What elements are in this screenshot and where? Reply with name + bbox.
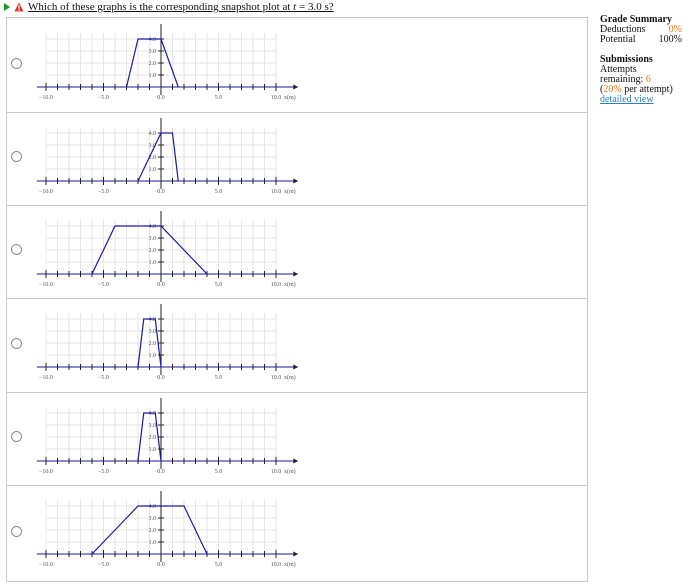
play-icon[interactable]	[4, 3, 10, 11]
snapshot-graph-6: −10.0 −5.0 0.0 5.0 10.0 x(m) 1.0 2.0 3.0 4.0	[33, 481, 313, 582]
x-tick-label: 0.0	[157, 282, 165, 288]
x-tick-label: −10.0	[39, 95, 53, 101]
y-tick-label: 3.0	[149, 236, 157, 242]
x-axis-unit: x(m)	[284, 561, 296, 568]
answer-option-3: −10.0 −5.0 0.0 5.0 10.0 x(m) 1.0 2.0 3.0 4.0	[7, 201, 587, 302]
x-tick-label: −5.0	[98, 469, 109, 475]
x-tick-label: 10.0	[271, 375, 282, 381]
potential-row: Potential 100%	[600, 35, 682, 45]
attempts-row: Attempts remaining: 6	[600, 65, 682, 85]
answer-option-1: −10.0 −5.0 0.0 5.0 10.0 x(m) 1.0 2.0 3.0 4.0	[7, 14, 587, 115]
x-tick-label: 5.0	[215, 282, 223, 288]
x-tick-label: 10.0	[271, 469, 282, 475]
x-tick-label: 5.0	[215, 469, 223, 475]
x-tick-label: 5.0	[215, 375, 223, 381]
x-tick-label: 5.0	[215, 95, 223, 101]
x-tick-label: 10.0	[271, 95, 282, 101]
detailed-view-link[interactable]: detailed view	[600, 95, 682, 105]
snapshot-graph-5: −10.0 −5.0 0.0 5.0 10.0 x(m) 1.0 2.0 3.0 4.0	[33, 388, 313, 489]
question-line: Which of these graphs is the correspondi…	[4, 1, 334, 13]
x-tick-label: 0.0	[157, 469, 165, 475]
x-tick-label: −5.0	[98, 282, 109, 288]
y-tick-label: 3.0	[149, 49, 157, 55]
x-axis-unit: x(m)	[284, 94, 296, 101]
snapshot-graph-2: −10.0 −5.0 0.0 5.0 10.0 x(m) 1.0 2.0 3.0 4.0	[33, 108, 313, 209]
snapshot-graph-4: −10.0 −5.0 0.0 5.0 10.0 x(m) 1.0 2.0 3.0 4.0	[33, 294, 313, 395]
potential-label: Potential	[600, 34, 636, 45]
x-axis-arrow	[293, 364, 299, 370]
y-tick-label: 3.0	[149, 516, 157, 522]
snapshot-graph-1: −10.0 −5.0 0.0 5.0 10.0 x(m) 1.0 2.0 3.0 4.0	[33, 14, 313, 115]
x-axis-unit: x(m)	[284, 281, 296, 288]
question-text: Which of these graphs is the correspondi…	[28, 1, 334, 13]
x-axis-unit: x(m)	[284, 188, 296, 195]
x-tick-label: 10.0	[271, 189, 282, 195]
x-tick-label: −10.0	[39, 469, 53, 475]
x-tick-label: 10.0	[271, 562, 282, 568]
x-axis-arrow	[293, 178, 299, 184]
x-tick-label: −5.0	[98, 189, 109, 195]
y-tick-label: 4.0	[149, 131, 157, 137]
x-tick-label: 0.0	[157, 189, 165, 195]
x-tick-label: −10.0	[39, 562, 53, 568]
x-tick-label: 10.0	[271, 282, 282, 288]
x-tick-label: −10.0	[39, 189, 53, 195]
grade-sidebar: Grade Summary Deductions 0% Potential 10…	[600, 15, 682, 105]
y-tick-label: 4.0	[149, 37, 157, 43]
answer-option-4: −10.0 −5.0 0.0 5.0 10.0 x(m) 1.0 2.0 3.0 4.0	[7, 294, 587, 395]
radio-button-1[interactable]	[11, 58, 22, 69]
y-tick-label: 1.0	[149, 353, 157, 359]
y-tick-label: 2.0	[149, 248, 157, 254]
answer-option-5: −10.0 −5.0 0.0 5.0 10.0 x(m) 1.0 2.0 3.0 4.0	[7, 388, 587, 489]
x-tick-label: −10.0	[39, 375, 53, 381]
x-tick-label: −5.0	[98, 562, 109, 568]
y-tick-label: 2.0	[149, 435, 157, 441]
warning-icon	[14, 2, 24, 12]
x-tick-label: 0.0	[157, 375, 165, 381]
y-tick-label: 4.0	[149, 504, 157, 510]
x-axis-arrow	[293, 551, 299, 557]
y-tick-label: 1.0	[149, 447, 157, 453]
y-tick-label: 2.0	[149, 61, 157, 67]
x-tick-label: 5.0	[215, 189, 223, 195]
x-tick-label: −5.0	[98, 95, 109, 101]
y-tick-label: 2.0	[149, 528, 157, 534]
y-tick-label: 3.0	[149, 423, 157, 429]
answer-option-6: −10.0 −5.0 0.0 5.0 10.0 x(m) 1.0 2.0 3.0 4.0	[7, 481, 587, 582]
answer-option-2: −10.0 −5.0 0.0 5.0 10.0 x(m) 1.0 2.0 3.0 4.0	[7, 108, 587, 209]
radio-button-4[interactable]	[11, 338, 22, 349]
y-tick-label: 4.0	[149, 224, 157, 230]
potential-value: 100%	[658, 34, 682, 45]
radio-button-6[interactable]	[11, 526, 22, 537]
snapshot-graph-3: −10.0 −5.0 0.0 5.0 10.0 x(m) 1.0 2.0 3.0 4.0	[33, 201, 313, 302]
y-tick-label: 1.0	[149, 260, 157, 266]
x-axis-unit: x(m)	[284, 374, 296, 381]
y-tick-label: 2.0	[149, 341, 157, 347]
y-tick-label: 1.0	[149, 73, 157, 79]
x-tick-label: 5.0	[215, 562, 223, 568]
y-tick-label: 3.0	[149, 329, 157, 335]
y-tick-label: 1.0	[149, 540, 157, 546]
x-axis-arrow	[293, 84, 299, 90]
x-tick-label: −10.0	[39, 282, 53, 288]
x-tick-label: 0.0	[157, 95, 165, 101]
x-axis-arrow	[293, 271, 299, 277]
radio-button-5[interactable]	[11, 431, 22, 442]
x-axis-unit: x(m)	[284, 468, 296, 475]
radio-button-3[interactable]	[11, 244, 22, 255]
answer-options: −10.0 −5.0 0.0 5.0 10.0 x(m) 1.0 2.0 3.0 4.0 −10.…	[6, 14, 588, 582]
y-tick-label: 1.0	[149, 167, 157, 173]
x-tick-label: 0.0	[157, 562, 165, 568]
x-axis-arrow	[293, 458, 299, 464]
radio-button-2[interactable]	[11, 151, 22, 162]
attempts-label: Attempts remaining:	[600, 64, 646, 85]
x-tick-label: −5.0	[98, 375, 109, 381]
